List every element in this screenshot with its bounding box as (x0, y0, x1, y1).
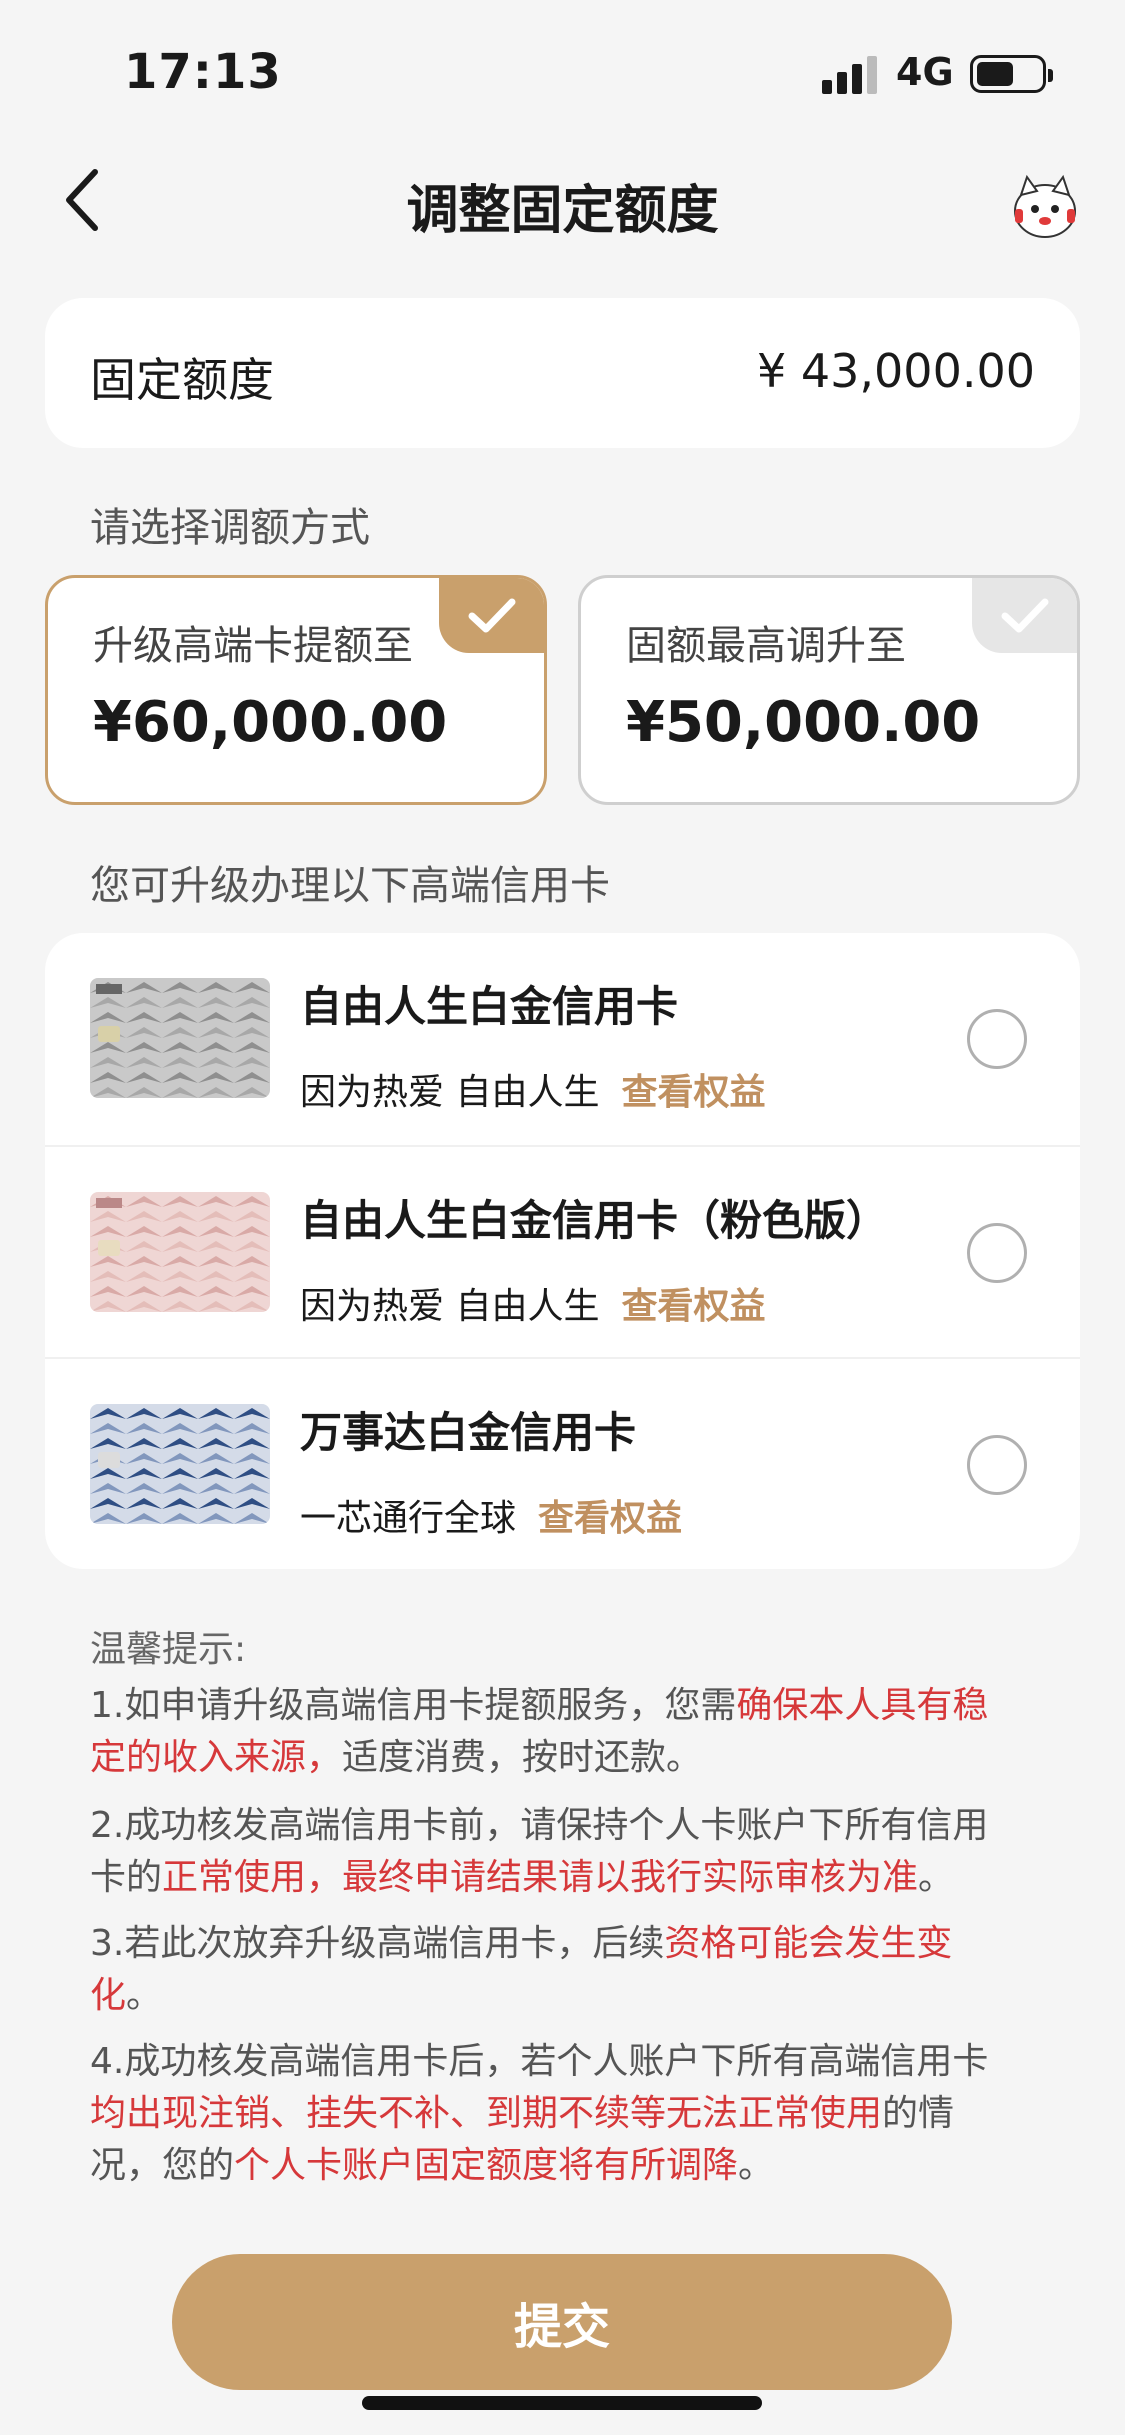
adjust-limit-page: 17:13 4G 调整固定额度 固定额度 ¥ 43,000.00 请选择调额方式… (0, 0, 1125, 2435)
card-desc: 因为热爱 自由人生 查看权益 (300, 1277, 765, 1329)
option-upgrade-card[interactable]: 升级高端卡提额至 ¥60,000.00 (45, 575, 547, 805)
tip-highlight: 个人卡账户固定额度将有所调降 (234, 2145, 739, 2186)
tips-title: 温馨提示: (90, 1629, 247, 1670)
card-image-silver (90, 978, 270, 1098)
card-name: 万事达白金信用卡 (300, 1408, 637, 1457)
status-bar: 17:13 4G (0, 0, 1125, 150)
tip-text: 适度消费，按时还款。 (342, 1737, 703, 1778)
option-upgrade-value: ¥60,000.00 (93, 690, 448, 755)
card-desc-text: 因为热爱 自由人生 (300, 1072, 600, 1113)
fixed-limit-card: 固定额度 ¥ 43,000.00 (45, 298, 1080, 448)
checkmark-icon (972, 578, 1077, 653)
tip-text: 3.若此次放弃升级高端信用卡，后续 (90, 1923, 665, 1964)
home-indicator (362, 2396, 762, 2410)
tip-4: 4.成功核发高端信用卡后，若个人账户下所有高端信用卡均出现注销、挂失不补、到期不… (90, 2036, 1020, 2192)
status-time: 17:13 (124, 44, 282, 100)
card-row[interactable]: 万事达白金信用卡 一芯通行全球 查看权益 (45, 1357, 1080, 1569)
card-radio[interactable] (967, 1435, 1027, 1495)
tip-2: 2.成功核发高端信用卡前，请保持个人卡账户下所有信用卡的正常使用，最终申请结果请… (90, 1800, 1020, 1904)
card-image-pink (90, 1192, 270, 1312)
card-desc: 因为热爱 自由人生 查看权益 (300, 1063, 765, 1115)
option-upgrade-label: 升级高端卡提额至 (93, 623, 413, 669)
card-desc: 一芯通行全球 查看权益 (300, 1489, 682, 1541)
card-desc-text: 因为热爱 自由人生 (300, 1286, 600, 1327)
mascot-icon[interactable] (1005, 165, 1085, 245)
card-row[interactable]: 自由人生白金信用卡（粉色版） 因为热爱 自由人生 查看权益 (45, 1145, 1080, 1357)
tip-text: 1.如申请升级高端信用卡提额服务，您需 (90, 1685, 737, 1726)
submit-button[interactable]: 提交 (172, 2254, 952, 2390)
tip-text: 。 (126, 1975, 163, 2016)
card-desc-text: 一芯通行全球 (300, 1498, 517, 1539)
select-method-title: 请选择调额方式 (90, 505, 370, 551)
network-type: 4G (896, 50, 954, 94)
page-title: 调整固定额度 (406, 181, 719, 241)
fixed-limit-value: ¥ 43,000.00 (757, 344, 1035, 398)
option-fixed-raise-label: 固额最高调升至 (626, 623, 906, 669)
battery-icon (970, 55, 1053, 93)
tip-1: 1.如申请升级高端信用卡提额服务，您需确保本人具有稳定的收入来源，适度消费，按时… (90, 1680, 1020, 1784)
tip-highlight: 正常使用，最终申请结果请以我行实际审核为准 (162, 1857, 919, 1898)
cards-section-title: 您可升级办理以下高端信用卡 (90, 863, 610, 909)
card-radio[interactable] (967, 1009, 1027, 1069)
card-row[interactable]: 自由人生白金信用卡 因为热爱 自由人生 查看权益 (45, 933, 1080, 1145)
card-name: 自由人生白金信用卡（粉色版） (300, 1196, 889, 1245)
checkmark-icon (439, 578, 544, 653)
tip-highlight: 均出现注销、挂失不补、到期不续等无法正常使用 (90, 2093, 883, 2134)
tip-text: 。 (738, 2145, 775, 2186)
option-fixed-raise[interactable]: 固额最高调升至 ¥50,000.00 (578, 575, 1080, 805)
view-benefits-link[interactable]: 查看权益 (621, 1286, 765, 1327)
card-image-blue (90, 1404, 270, 1524)
option-fixed-raise-value: ¥50,000.00 (626, 690, 981, 755)
card-radio[interactable] (967, 1223, 1027, 1283)
view-benefits-link[interactable]: 查看权益 (538, 1498, 682, 1539)
card-list: 自由人生白金信用卡 因为热爱 自由人生 查看权益 自由人生白金信用卡（粉色版） 因… (45, 933, 1080, 1569)
card-name: 自由人生白金信用卡 (300, 982, 679, 1031)
tip-text: 4.成功核发高端信用卡后，若个人账户下所有高端信用卡 (90, 2041, 989, 2082)
tip-3: 3.若此次放弃升级高端信用卡，后续资格可能会发生变化。 (90, 1918, 1020, 2022)
tip-text: 。 (918, 1857, 955, 1898)
fixed-limit-label: 固定额度 (90, 353, 274, 407)
view-benefits-link[interactable]: 查看权益 (621, 1072, 765, 1113)
signal-icon (822, 56, 877, 94)
